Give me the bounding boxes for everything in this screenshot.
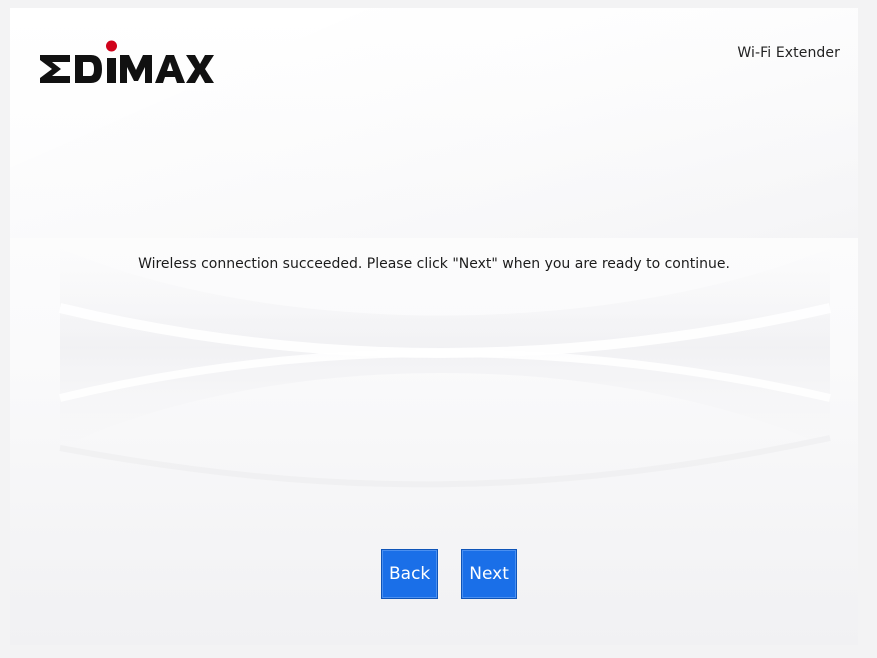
product-name: Wi-Fi Extender <box>737 45 840 61</box>
page-frame: Wi-Fi Extender Wireless connection succe… <box>0 0 877 658</box>
logo-red-dot-icon <box>106 40 117 52</box>
edimax-logo <box>40 40 214 83</box>
setup-card: Wi-Fi Extender Wireless connection succe… <box>10 8 858 645</box>
back-button[interactable]: Back <box>381 549 439 599</box>
next-button[interactable]: Next <box>461 549 517 599</box>
status-message: Wireless connection succeeded. Please cl… <box>138 256 730 272</box>
wizard-buttons: Back Next <box>381 549 517 599</box>
